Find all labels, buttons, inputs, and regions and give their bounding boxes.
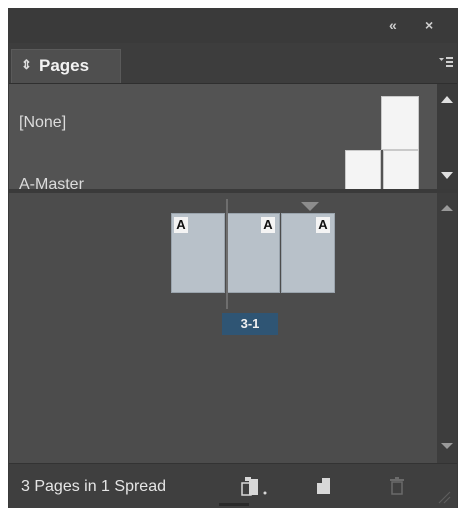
insert-marker-icon	[301, 202, 319, 211]
master-thumb-a-right[interactable]	[383, 150, 419, 189]
master-item-none[interactable]: [None]	[19, 114, 66, 132]
scroll-up-icon[interactable]	[441, 96, 453, 103]
page-master-badge: A	[316, 217, 330, 233]
page-thumbnail[interactable]: A	[281, 213, 335, 293]
master-thumb-none[interactable]	[381, 96, 419, 150]
panel-footer: 3 Pages in 1 Spread	[9, 463, 457, 508]
tab-pages[interactable]: ⇕ Pages	[11, 49, 121, 83]
master-item-a-master[interactable]: A-Master	[19, 176, 84, 189]
sort-arrows-icon: ⇕	[21, 57, 32, 72]
tab-pages-label: Pages	[39, 56, 90, 75]
scroll-down-icon[interactable]	[441, 172, 453, 179]
spread-page-range[interactable]: 3-1	[222, 313, 278, 335]
page-count-status: 3 Pages in 1 Spread	[21, 478, 166, 495]
panel-titlebar: « ×	[9, 9, 457, 43]
collapse-icon[interactable]: «	[389, 17, 397, 33]
page-master-badge: A	[261, 217, 275, 233]
close-icon[interactable]: ×	[425, 17, 433, 33]
edit-page-size-icon[interactable]	[241, 476, 271, 496]
masters-scrollbar[interactable]	[437, 84, 457, 189]
scroll-up-icon[interactable]	[441, 205, 453, 211]
page-master-badge: A	[174, 217, 188, 233]
page-thumbnail[interactable]: A	[226, 213, 280, 293]
panel-resize-handle[interactable]	[219, 503, 249, 506]
pages-panel: « × ⇕ Pages [None] A-Master A A A 3-1 3 …	[8, 8, 458, 508]
page-thumbnail[interactable]: A	[171, 213, 225, 293]
master-thumb-a-left[interactable]	[345, 150, 381, 189]
masters-section: [None] A-Master	[9, 84, 437, 189]
trash-icon[interactable]	[389, 476, 405, 496]
panel-menu-icon[interactable]	[439, 57, 453, 67]
spread-spine	[226, 199, 228, 309]
new-page-icon[interactable]	[315, 476, 333, 496]
pages-section: A A A 3-1	[9, 193, 437, 463]
panel-tab-row: ⇕ Pages	[9, 43, 457, 84]
resize-grip-icon[interactable]	[435, 488, 451, 504]
scroll-down-icon[interactable]	[441, 443, 453, 449]
pages-scrollbar[interactable]	[437, 193, 457, 463]
